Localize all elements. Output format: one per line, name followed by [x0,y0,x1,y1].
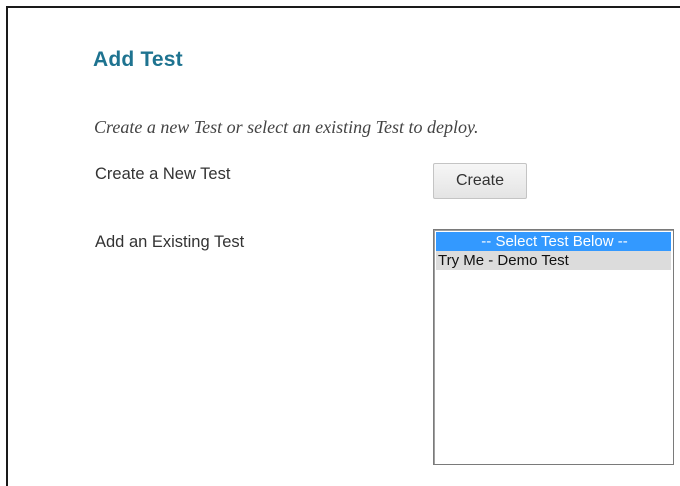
list-option-select-test-below[interactable]: -- Select Test Below -- [436,232,671,251]
add-existing-test-label: Add an Existing Test [95,233,245,251]
list-option-try-me-demo-test[interactable]: Try Me - Demo Test [436,251,671,270]
instructions-text: Create a new Test or select an existing … [94,117,479,137]
create-new-test-label: Create a New Test [95,165,231,183]
create-button[interactable]: Create [433,163,527,199]
add-test-panel: Add Test Create a new Test or select an … [6,6,680,486]
existing-test-listbox[interactable]: -- Select Test Below -- Try Me - Demo Te… [433,229,674,465]
page-title: Add Test [93,48,183,71]
